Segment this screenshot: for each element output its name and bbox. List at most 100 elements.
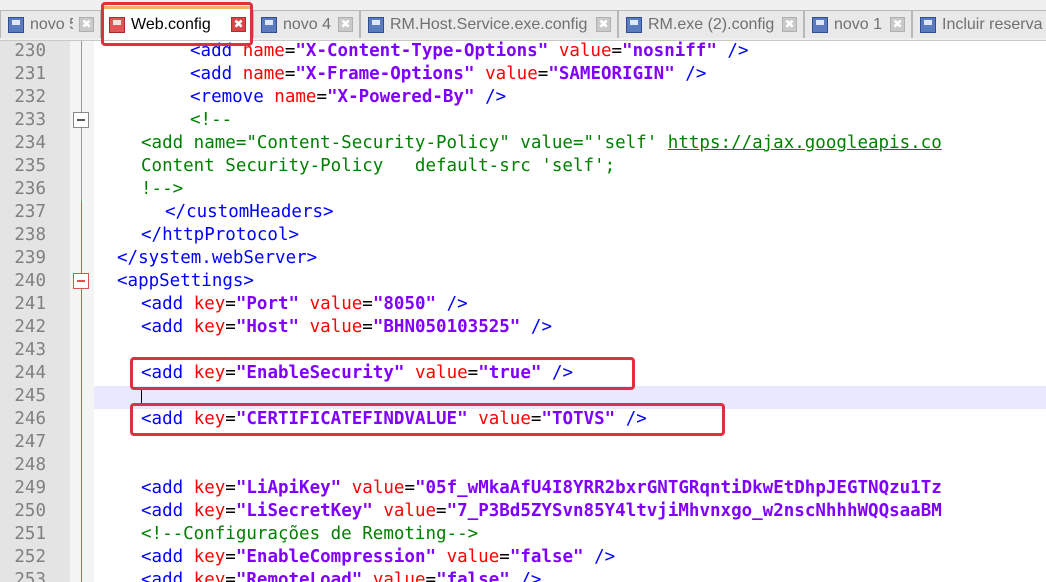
token-tag: <add [141, 547, 194, 567]
tab-label: novo 5 [30, 15, 73, 33]
token-text: = [404, 478, 415, 498]
line-number: 241 [14, 294, 46, 314]
token-tag: </customHeaders> [165, 202, 334, 222]
code-line: 253 <add key="RemoteLoad" value="false" /… [0, 569, 1046, 582]
file-saved-icon [920, 16, 936, 33]
token-value: "X-Content-Type-Options" [295, 41, 549, 61]
token-attribute: name [274, 87, 317, 107]
line-number: 240 [14, 271, 46, 291]
token-value: "nosniff" [622, 41, 717, 61]
token-attribute: value [372, 570, 426, 582]
line-number: 247 [14, 432, 46, 452]
token-text: = [225, 317, 236, 337]
code-text: </system.webServer> [117, 247, 317, 270]
code-text: <add name="X-Content-Type-Options" value… [190, 41, 749, 63]
code-line: 231 <add name="X-Frame-Options" value="SA… [0, 63, 1046, 86]
token-value: "Host" [235, 317, 300, 337]
code-text: <!-- [190, 109, 232, 132]
tab-5[interactable]: novo 1 ✖ [804, 10, 912, 38]
code-line: 235 Content Security-Policy default-src '… [0, 155, 1046, 178]
token-tag: </system.webServer> [117, 248, 318, 268]
token-attribute: value [558, 41, 612, 61]
code-line: 237 </customHeaders> [0, 201, 1046, 224]
line-number: 246 [14, 409, 46, 429]
tab-4[interactable]: RM.exe (2).config ✖ [618, 10, 804, 38]
code-text: <remove name="X-Powered-By" /> [190, 86, 506, 109]
line-number: 249 [14, 478, 46, 498]
line-number: 239 [14, 248, 46, 268]
token-tag: /> [727, 41, 749, 61]
line-number: 237 [14, 202, 46, 222]
token-text: = [611, 41, 623, 61]
token-attribute: value [383, 501, 437, 521]
token-attribute: key [193, 317, 226, 337]
token-tag: /> [446, 294, 468, 314]
token-tag: <add [141, 294, 194, 314]
code-text: <appSettings> [117, 270, 254, 293]
tab-label: Incluir reserva [942, 15, 1043, 33]
line-number: 235 [14, 156, 46, 176]
file-saved-icon [8, 16, 24, 33]
close-icon[interactable]: ✖ [890, 17, 905, 32]
token-attribute: key [193, 570, 226, 582]
line-number: 231 [14, 64, 46, 84]
line-number: 234 [14, 133, 46, 153]
token-text: = [537, 64, 549, 84]
tab-6[interactable]: Incluir reserva✖ [912, 10, 1046, 38]
token-tag: /> [520, 570, 542, 582]
token-tag: <add [141, 317, 194, 337]
code-line: 252 <add key="EnableCompression" value="f… [0, 546, 1046, 569]
line-number: 243 [14, 340, 46, 360]
token-value: "BHN050103525" [372, 317, 521, 337]
code-line: 242 <add key="Host" value="BHN050103525" … [0, 316, 1046, 339]
token-attribute: key [193, 501, 226, 521]
tab-label: novo 1 [834, 15, 883, 33]
file-saved-icon [626, 16, 642, 33]
code-text: <add key="LiApiKey" value="05f_wMkaAfU4I… [141, 477, 942, 500]
tab-label: novo 4 [283, 15, 332, 33]
close-icon[interactable]: ✖ [79, 17, 94, 32]
token-value: "LiApiKey" [235, 478, 342, 498]
token-value: "X-Frame-Options" [295, 64, 475, 84]
token-value: "LiSecretKey" [235, 501, 373, 521]
line-number: 233 [14, 110, 46, 130]
tab-0[interactable]: novo 5 ✖ [0, 10, 101, 38]
token-tag: </httpProtocol> [141, 225, 300, 245]
code-line: 249 <add key="LiApiKey" value="05f_wMkaAf… [0, 477, 1046, 500]
fold-guide-line [81, 41, 82, 112]
line-number: 252 [14, 547, 46, 567]
line-number: 245 [14, 386, 46, 406]
fold-toggle-icon[interactable] [73, 112, 89, 128]
file-saved-icon [812, 16, 828, 33]
token-tag: <appSettings> [117, 271, 254, 291]
token-value: "RemoteLoad" [235, 570, 363, 582]
fold-toggle-icon[interactable] [73, 273, 89, 289]
token-attribute: key [193, 478, 226, 498]
code-text: </customHeaders> [165, 201, 334, 224]
close-icon[interactable]: ✖ [782, 17, 797, 32]
code-text: <add key="Host" value="BHN050103525" /> [141, 316, 552, 339]
comment-link[interactable]: https://ajax.googleapis.co [668, 133, 942, 153]
code-text: <add key="RemoteLoad" value="false" /> [141, 569, 541, 582]
code-line: 238 </httpProtocol> [0, 224, 1046, 247]
code-text: !--> [141, 178, 183, 201]
line-number: 236 [14, 179, 46, 199]
token-attribute: value [309, 294, 363, 314]
token-attribute: value [446, 547, 500, 567]
tab-2[interactable]: novo 4 ✖ [253, 10, 360, 38]
token-comment: Content Security-Policy default-src 'sel… [141, 156, 616, 176]
code-line: 248 [0, 454, 1046, 477]
close-icon[interactable]: ✖ [596, 17, 611, 32]
line-number: 250 [14, 501, 46, 521]
code-editor[interactable]: 230 <add name="X-Content-Type-Options" va… [0, 41, 1046, 582]
code-line: 251 <!--Configurações de Remoting--> [0, 523, 1046, 546]
tab-3[interactable]: RM.Host.Service.exe.config ✖ [360, 10, 618, 38]
close-icon[interactable]: ✖ [338, 17, 353, 32]
line-highlight-box [130, 357, 635, 390]
